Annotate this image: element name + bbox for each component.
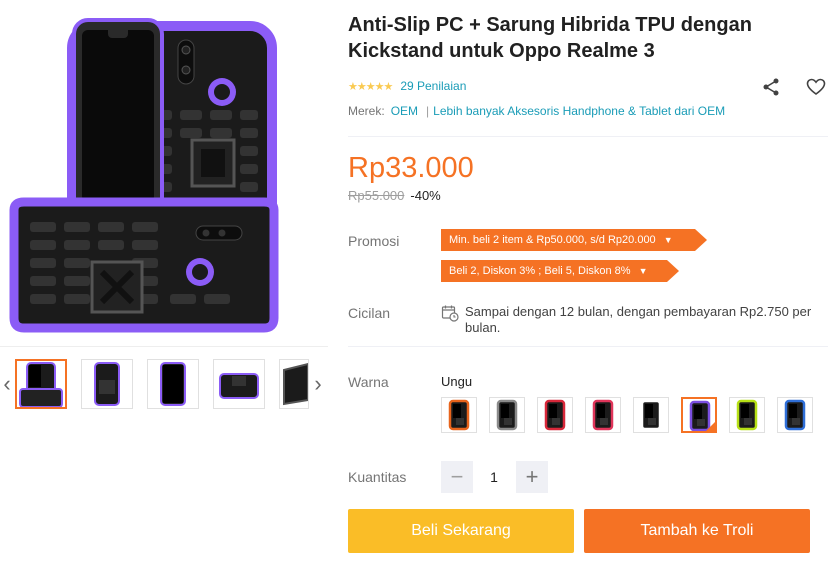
swatch-image [689, 400, 711, 431]
thumbnail-image [283, 362, 308, 406]
chevron-right-icon[interactable]: › [311, 369, 325, 399]
rating-count-link[interactable]: 29 Penilaian [400, 79, 466, 93]
color-swatch-6[interactable] [681, 397, 717, 433]
divider [348, 346, 828, 347]
color-swatch-5[interactable] [633, 397, 669, 433]
swatch-image [592, 399, 614, 431]
thumbnail-image [160, 362, 186, 406]
chevron-left-icon[interactable]: ‹ [0, 369, 14, 399]
color-label: Warna [348, 374, 389, 390]
swatch-image [784, 399, 806, 431]
thumbnail-1[interactable] [15, 359, 67, 409]
product-gallery: ‹ › [0, 0, 328, 565]
color-swatch-3[interactable] [537, 397, 573, 433]
brand-row: Merek: OEM | Lebih banyak Aksesoris Hand… [348, 104, 725, 118]
main-product-image[interactable] [0, 0, 328, 344]
product-info: Anti-Slip PC + Sarung Hibrida TPU dengan… [348, 0, 831, 565]
promotion-text: Min. beli 2 item & Rp50.000, s/d Rp20.00… [449, 234, 656, 246]
promotion-text: Beli 2, Diskon 3% ; Beli 5, Diskon 8% [449, 265, 631, 277]
promotion-label: Promosi [348, 233, 400, 249]
quantity-decrease-button[interactable]: − [441, 461, 473, 493]
thumbnail-5[interactable] [279, 359, 309, 409]
thumbnail-3[interactable] [147, 359, 199, 409]
discount-badge: -40% [410, 188, 441, 203]
promotion-voucher-1[interactable]: Min. beli 2 item & Rp50.000, s/d Rp20.00… [441, 229, 707, 251]
thumbnail-4[interactable] [213, 359, 265, 409]
current-price: Rp33.000 [348, 152, 474, 184]
brand-separator: | [426, 104, 430, 118]
calendar-clock-icon [441, 305, 459, 322]
rating-row: ★★★★★ 29 Penilaian [348, 78, 466, 94]
thumbnail-image [219, 373, 259, 399]
caret-down-icon: ▼ [638, 266, 648, 276]
thumbnail-image [94, 362, 120, 406]
swatch-image [448, 399, 470, 431]
thumbnail-strip: ‹ › [0, 346, 328, 418]
product-title: Anti-Slip PC + Sarung Hibrida TPU dengan… [348, 14, 752, 62]
buy-now-button[interactable]: Beli Sekarang [348, 509, 574, 553]
original-price: Rp55.000 [348, 188, 405, 203]
add-to-cart-button[interactable]: Tambah ke Troli [584, 509, 810, 553]
installment-text: Sampai dengan 12 bulan, dengan pembayara… [465, 304, 812, 335]
thumbnail-image [19, 362, 63, 407]
color-swatch-8[interactable] [777, 397, 813, 433]
swatch-image [496, 399, 518, 431]
thumbnail-2[interactable] [81, 359, 133, 409]
brand-more-link[interactable]: Lebih banyak Aksesoris Handphone & Table… [433, 104, 725, 118]
color-swatch-1[interactable] [441, 397, 477, 433]
color-swatch-2[interactable] [489, 397, 525, 433]
quantity-value[interactable]: 1 [474, 461, 514, 493]
caret-down-icon: ▼ [663, 235, 673, 245]
share-icon[interactable] [761, 77, 781, 97]
divider [348, 136, 828, 137]
swatch-image [544, 399, 566, 431]
quantity-increase-button[interactable]: + [516, 461, 548, 493]
selected-color-name: Ungu [441, 374, 473, 389]
brand-link[interactable]: OEM [391, 104, 418, 118]
old-price-row: Rp55.000 -40% [348, 188, 441, 203]
quantity-label: Kuantitas [348, 469, 407, 485]
color-swatch-7[interactable] [729, 397, 765, 433]
swatch-image [736, 399, 758, 431]
promotion-voucher-2[interactable]: Beli 2, Diskon 3% ; Beli 5, Diskon 8% ▼ [441, 260, 679, 282]
brand-label: Merek: [348, 104, 385, 118]
color-swatch-4[interactable] [585, 397, 621, 433]
installment-label: Cicilan [348, 305, 391, 321]
swatch-image [640, 399, 662, 431]
rating-stars: ★★★★★ [348, 80, 393, 93]
heart-icon[interactable] [806, 77, 826, 97]
phone-case-image [9, 18, 279, 333]
